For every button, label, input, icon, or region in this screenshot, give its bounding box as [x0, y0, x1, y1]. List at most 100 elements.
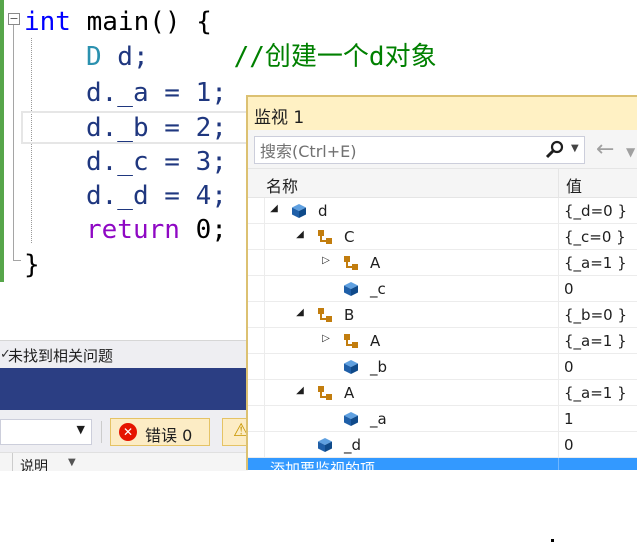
value-column-header[interactable]: 值	[566, 173, 582, 197]
stray-pixel	[551, 539, 554, 542]
no-issues-text: 未找到相关问题	[8, 347, 114, 365]
watch-item-name: A	[370, 332, 381, 350]
type-name: D	[86, 42, 102, 72]
add-watch-item-row[interactable]: 添加要监视的项	[248, 458, 637, 470]
watch-row-field-d[interactable]: _d 0	[248, 432, 637, 458]
outline-guide-end	[13, 260, 21, 261]
code-line-8[interactable]: }	[24, 248, 40, 282]
code-comment: //创建一个d对象	[233, 42, 437, 72]
errors-count-label: 错误 0	[145, 426, 193, 445]
error-status-strip: ✓ 未找到相关问题	[0, 340, 248, 369]
code-line-3[interactable]: d._a = 1;	[86, 76, 227, 110]
watch-item-value[interactable]: {_a=1 }	[564, 332, 627, 350]
expand-toggle[interactable]: ◢	[294, 385, 306, 396]
error-list-toolbar: ▼ ✕ 错误 0 ⚠	[0, 410, 252, 452]
watch-row-d[interactable]: ◢ d {_d=0 }	[248, 198, 637, 224]
add-watch-item-label: 添加要监视的项	[270, 460, 376, 470]
watch-row-a[interactable]: ▷ A {_a=1 }	[248, 250, 637, 276]
column-divider	[558, 328, 559, 354]
chevron-down-icon: ▼	[76, 423, 85, 436]
column-divider	[558, 250, 559, 276]
search-back-arrow-icon[interactable]: ←	[596, 139, 614, 161]
keyword-return: return	[86, 215, 180, 245]
base-class-icon	[318, 308, 332, 322]
watch-row-field-c[interactable]: _c 0	[248, 276, 637, 302]
watch-row-field-a[interactable]: _a 1	[248, 406, 637, 432]
column-divider[interactable]	[558, 169, 559, 199]
scope-filter-dropdown[interactable]: ▼	[0, 419, 92, 445]
errors-filter-button[interactable]: ✕ 错误 0	[110, 418, 210, 446]
column-divider	[558, 458, 559, 470]
column-divider	[558, 432, 559, 458]
search-options-chevron-icon[interactable]: ▼	[571, 143, 579, 154]
expand-toggle[interactable]: ▷	[320, 255, 332, 266]
base-class-icon	[344, 256, 358, 270]
watch-toolbar: ▼ ← ▼	[248, 130, 637, 168]
watch-item-value[interactable]: {_a=1 }	[564, 384, 627, 402]
code-line-2[interactable]: D d; //创建一个d对象	[86, 40, 437, 74]
expand-toggle[interactable]: ▷	[320, 333, 332, 344]
code-line-5[interactable]: d._c = 3;	[86, 145, 227, 179]
description-column-header[interactable]: 说明	[20, 456, 48, 471]
code-text: d;	[101, 42, 149, 72]
column-divider	[558, 276, 559, 302]
watch-item-name: A	[370, 254, 381, 272]
watch-item-value[interactable]: {_c=0 }	[564, 228, 626, 246]
watch-row-a[interactable]: ▷ A {_a=1 }	[248, 328, 637, 354]
watch-grid-header: 名称 值	[248, 168, 637, 199]
watch-title-bar[interactable]: 监视 1	[248, 97, 637, 130]
watch-search-box[interactable]: ▼	[254, 136, 585, 165]
watch-row-field-b[interactable]: _b 0	[248, 354, 637, 380]
error-list-column-header[interactable]: 说明 ▼	[0, 452, 248, 471]
expand-toggle[interactable]: ◢	[294, 229, 306, 240]
field-icon	[318, 438, 332, 452]
base-class-icon	[318, 230, 332, 244]
field-icon	[344, 412, 358, 426]
expand-toggle[interactable]: ◢	[268, 203, 280, 214]
code-text: main() {	[70, 7, 212, 37]
toolbar-divider	[101, 421, 102, 443]
base-class-icon	[344, 334, 358, 348]
change-tracking-bar	[0, 0, 4, 282]
column-divider	[558, 406, 559, 432]
watch-item-value[interactable]: 1	[564, 410, 574, 428]
keyword-int: int	[24, 7, 71, 37]
watch-title: 监视 1	[254, 108, 305, 128]
code-text: 0;	[179, 215, 227, 245]
watch-item-value[interactable]: {_b=0 }	[564, 306, 627, 324]
watch-search-input[interactable]	[255, 137, 542, 165]
code-line-4[interactable]: d._b = 2;	[86, 111, 227, 145]
column-divider	[558, 354, 559, 380]
column-divider	[558, 198, 559, 224]
watch-grid: 名称 值 ◢ d {_d=0 } ◢ C {_c=0} ▷ A {_a=1}…	[248, 168, 637, 470]
watch-row-a[interactable]: ◢ A {_a=1 }	[248, 380, 637, 406]
watch-item-name: C	[344, 228, 355, 246]
watch-item-value[interactable]: {_a=1 }	[564, 254, 627, 272]
object-icon	[292, 204, 306, 218]
base-class-icon	[318, 386, 332, 400]
search-forward-chevron-icon[interactable]: ▼	[626, 145, 635, 159]
watch-item-value[interactable]: 0	[564, 436, 574, 454]
search-icon[interactable]	[545, 140, 565, 160]
watch-item-name: d	[318, 202, 328, 220]
watch-item-value[interactable]: 0	[564, 280, 574, 298]
watch-row-c[interactable]: ◢ C {_c=0 }	[248, 224, 637, 250]
name-column-header[interactable]: 名称	[266, 173, 298, 197]
code-line-7[interactable]: return 0;	[86, 213, 227, 247]
column-divider	[558, 302, 559, 328]
code-line-6[interactable]: d._d = 4;	[86, 179, 227, 213]
column-divider	[12, 453, 13, 471]
chevron-down-icon: ▼	[68, 457, 76, 468]
expand-toggle[interactable]: ◢	[294, 307, 306, 318]
collapse-toggle[interactable]: −	[8, 13, 20, 25]
error-icon: ✕	[119, 423, 137, 441]
watch-item-name: _c	[370, 280, 386, 298]
field-icon	[344, 360, 358, 374]
watch-window: 监视 1 ▼ ← ▼ 名称 值 ◢ d	[246, 95, 637, 470]
error-list-title-bar	[0, 368, 248, 410]
watch-row-b[interactable]: ◢ B {_b=0 }	[248, 302, 637, 328]
watch-item-value[interactable]: {_d=0 }	[564, 202, 627, 220]
watch-item-name: A	[344, 384, 355, 402]
code-line-1[interactable]: int main() {	[24, 5, 212, 39]
watch-item-value[interactable]: 0	[564, 358, 574, 376]
